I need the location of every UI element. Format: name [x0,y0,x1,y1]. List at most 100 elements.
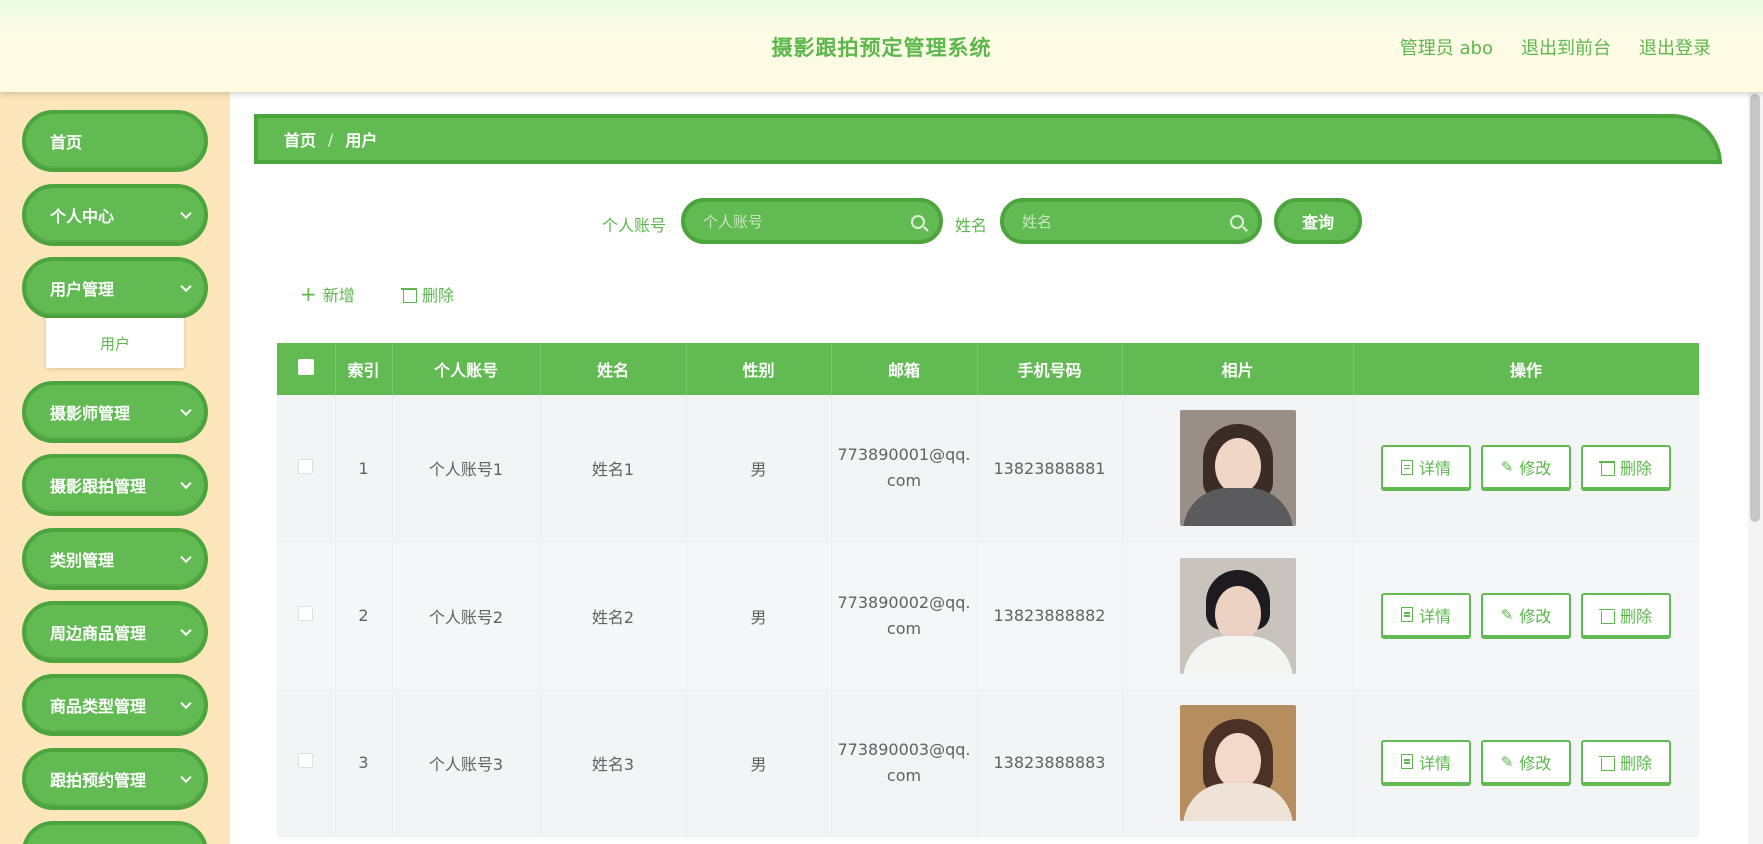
chevron-down-icon [180,477,192,490]
sidebar-item-home[interactable]: 首页 [22,110,208,172]
sidebar-item-category-management[interactable]: 类别管理 [22,528,208,590]
user-photo[interactable] [1179,557,1296,674]
delete-button[interactable]: 删除 [1581,445,1671,492]
email-line-1: 773890001@qq. [837,445,971,465]
delete-button[interactable]: 删除 [1581,592,1671,639]
sidebar-item-photographer-management[interactable]: 摄影师管理 [22,381,208,443]
sidebar-item-label: 用户管理 [50,280,115,299]
delete-button[interactable]: 删除 [1581,739,1671,786]
account-cell: 个人账号1 [392,395,541,543]
photo-cell [1122,542,1354,690]
phone-cell: 13823888882 [977,542,1123,690]
sidebar-item-label: 首页 [50,133,83,152]
edit-button[interactable]: ✎ 修改 [1481,592,1571,639]
index-cell: 3 [335,689,393,837]
search-bar: 个人账号 个人账号 姓名 姓名 查询 [0,198,1763,246]
delete-label: 删除 [1619,459,1652,479]
chevron-down-icon [180,697,192,710]
email-line-1: 773890002@qq. [837,592,971,612]
phone-cell: 13823888881 [977,395,1123,543]
pencil-icon: ✎ [1500,458,1514,477]
sidebar-item-merch-type-management[interactable]: 商品类型管理 [22,674,208,736]
photo-body [1182,635,1293,674]
account-search-placeholder: 个人账号 [703,212,764,231]
logout-link[interactable]: 退出登录 [1639,34,1711,60]
chevron-down-icon [180,404,192,417]
gender-cell: 男 [686,395,832,543]
table-header-row: 索引 个人账号 姓名 性别 邮箱 手机号码 相片 操作 [277,343,1699,395]
detail-button[interactable]: 详情 [1381,592,1471,639]
query-button[interactable]: 查询 [1274,198,1362,244]
edit-button[interactable]: ✎ 修改 [1481,739,1571,786]
add-button[interactable]: + 新增 [300,282,355,306]
column-header: 相片 [1122,343,1354,395]
select-all-header[interactable] [277,343,336,395]
scrollbar-thumb[interactable] [1750,94,1760,522]
trash-icon [401,286,417,303]
name-cell: 姓名1 [540,395,687,543]
actions-cell: 详情 ✎ 修改 删除 [1353,689,1699,837]
select-all-checkbox[interactable] [297,359,314,375]
chevron-down-icon [180,551,192,564]
column-header: 个人账号 [392,343,541,395]
detail-button[interactable]: 详情 [1381,445,1471,492]
index-cell: 2 [335,542,393,690]
sidebar-item-label: 摄影师管理 [50,404,131,423]
edit-label: 修改 [1519,753,1552,773]
photo-face [1214,585,1261,642]
user-table: 索引 个人账号 姓名 性别 邮箱 手机号码 相片 操作 1 个人账号1 姓名1 … [277,343,1699,844]
column-header: 手机号码 [977,343,1123,395]
edit-button[interactable]: ✎ 修改 [1481,445,1571,492]
email-line-1: 773890003@qq. [837,739,971,759]
column-header: 性别 [686,343,832,395]
trash-icon [1598,459,1615,477]
name-search-input[interactable]: 姓名 [1000,198,1262,244]
trash-icon [1598,754,1615,771]
account-search-input[interactable]: 个人账号 [681,198,943,244]
breadcrumb-separator: / [328,129,334,149]
batch-delete-button[interactable]: 删除 [401,282,454,306]
detail-button[interactable]: 详情 [1381,739,1471,786]
breadcrumb-current: 用户 [345,131,378,150]
name-cell: 姓名3 [540,689,687,837]
row-select-cell[interactable] [277,395,336,543]
table-row: 2 个人账号2 姓名2 男 773890002@qq. com 13823888… [277,542,1699,690]
admin-user-label: 管理员 abo [1399,38,1493,59]
account-search-label: 个人账号 [602,216,667,235]
column-header: 邮箱 [831,343,978,395]
row-select-cell[interactable] [277,542,336,690]
sidebar-subitem-users[interactable]: 用户 [46,318,184,368]
sidebar-item-more[interactable] [22,821,208,844]
sidebar-item-label: 摄影跟拍管理 [50,477,147,496]
chevron-down-icon [180,280,192,293]
detail-label: 详情 [1418,606,1451,626]
column-header: 索引 [335,343,393,395]
sidebar-item-shoot-management[interactable]: 摄影跟拍管理 [22,454,208,516]
chevron-down-icon [180,624,192,637]
breadcrumb-home[interactable]: 首页 [284,127,316,151]
sidebar-item-user-management[interactable]: 用户管理 [22,257,208,319]
email-line-2: com [886,618,922,638]
row-select-cell[interactable] [277,689,336,837]
email-cell: 773890001@qq. com [831,395,978,543]
account-cell: 个人账号2 [392,542,541,690]
email-cell: 773890003@qq. com [831,689,978,837]
name-search-placeholder: 姓名 [1022,212,1053,231]
email-line-2: com [886,471,922,491]
row-checkbox[interactable] [298,753,314,768]
document-icon [1400,607,1413,622]
index-cell: 1 [335,395,393,543]
sidebar-item-booking-management[interactable]: 跟拍预约管理 [22,748,208,810]
email-cell: 773890002@qq. com [831,542,978,690]
sidebar-item-label: 跟拍预约管理 [50,771,147,790]
exit-to-front-link[interactable]: 退出到前台 [1521,34,1611,60]
row-checkbox[interactable] [298,606,314,621]
header-links: 管理员 abo 退出到前台 退出登录 [1400,34,1711,60]
user-photo[interactable] [1179,410,1296,527]
sidebar-item-merch-management[interactable]: 周边商品管理 [22,601,208,663]
row-checkbox[interactable] [298,458,314,474]
search-icon [911,215,925,229]
gender-cell: 男 [686,542,832,690]
sidebar-item-label: 类别管理 [50,551,115,570]
user-photo[interactable] [1179,704,1296,821]
